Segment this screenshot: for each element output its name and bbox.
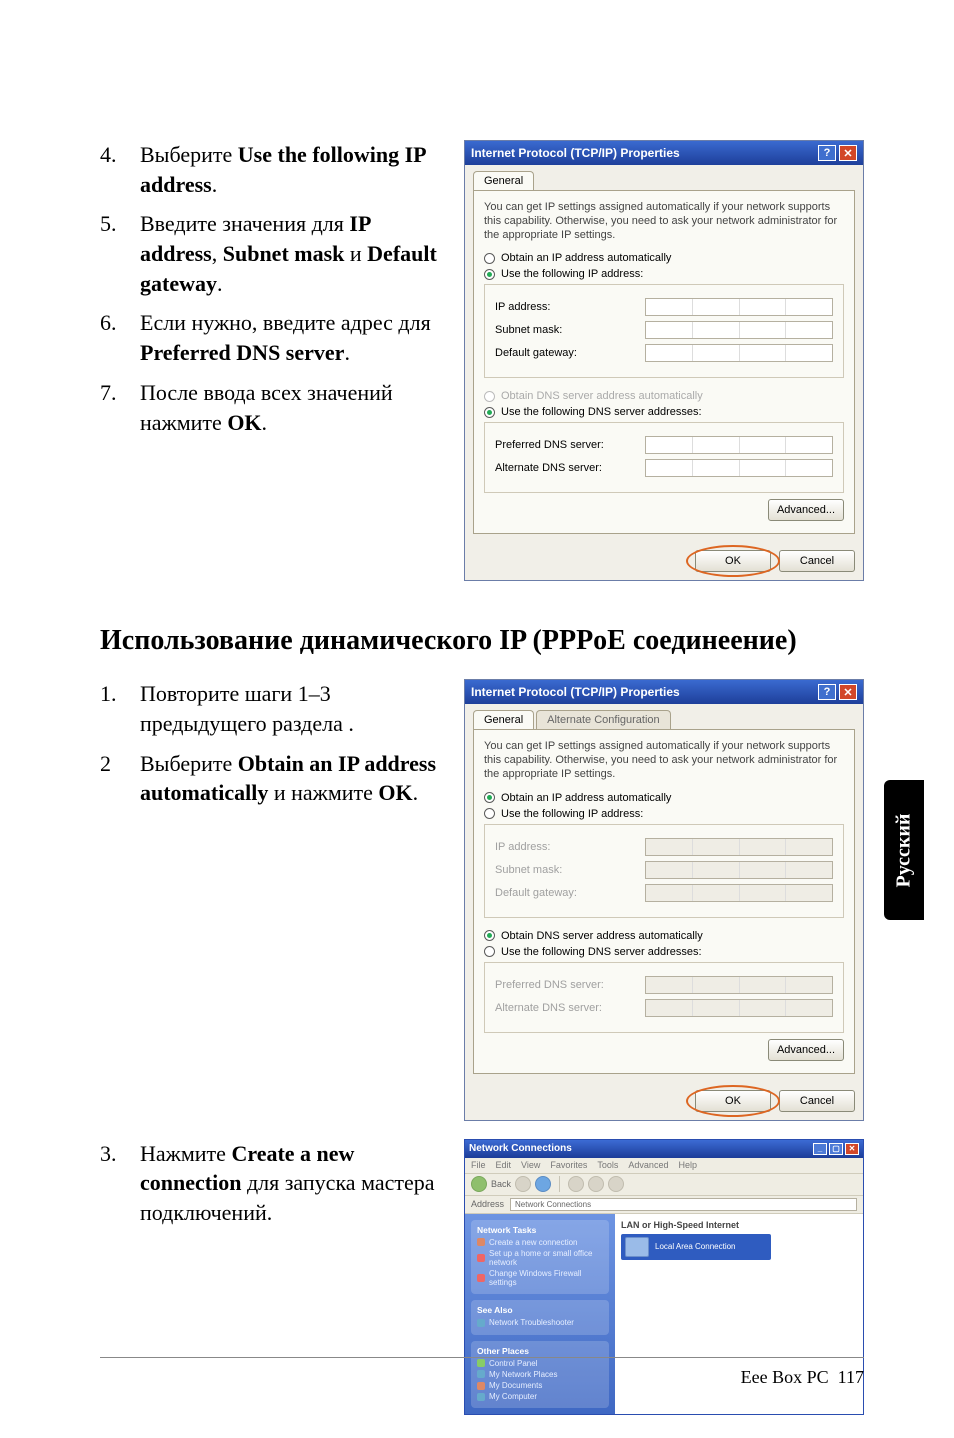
- tcpip-dialog-static: Internet Protocol (TCP/IP) Properties ? …: [464, 140, 864, 581]
- steps-c: 3.Нажмите Create a new connection для за…: [100, 1139, 446, 1415]
- ip-address-input: [645, 838, 833, 856]
- up-icon[interactable]: [535, 1176, 551, 1192]
- radio-use-following-ip[interactable]: [484, 269, 495, 280]
- steps-b: 1.Повторите шаги 1–3 предыдущего раздела…: [100, 679, 446, 1120]
- radio-use-following-ip[interactable]: [484, 808, 495, 819]
- back-icon[interactable]: [471, 1176, 487, 1192]
- alternate-dns-input[interactable]: [645, 459, 833, 477]
- ip-address-input[interactable]: [645, 298, 833, 316]
- task-create-new-connection[interactable]: Create a new connection: [477, 1238, 603, 1247]
- task-setup-home-network[interactable]: Set up a home or small office network: [477, 1249, 603, 1267]
- ok-button[interactable]: OK: [695, 550, 771, 572]
- subnet-mask-input[interactable]: [645, 321, 833, 339]
- dialog-description: You can get IP settings assigned automat…: [484, 201, 844, 242]
- tab-general[interactable]: General: [473, 171, 534, 190]
- tcpip-dialog-dynamic: Internet Protocol (TCP/IP) Properties ? …: [464, 679, 864, 1120]
- local-area-connection[interactable]: Local Area Connection: [621, 1234, 771, 1260]
- radio-obtain-dns-auto[interactable]: [484, 930, 495, 941]
- help-icon[interactable]: ?: [818, 145, 836, 161]
- steps-a: 4.Выберите Use the following IP address.…: [100, 140, 446, 581]
- dialog-title: Internet Protocol (TCP/IP) Properties: [471, 685, 680, 699]
- language-tab: Русский: [884, 780, 924, 920]
- close-icon[interactable]: ✕: [839, 684, 857, 700]
- alternate-dns-input: [645, 999, 833, 1017]
- radio-use-following-dns[interactable]: [484, 946, 495, 957]
- place-documents[interactable]: My Documents: [477, 1381, 603, 1390]
- radio-obtain-ip-auto[interactable]: [484, 253, 495, 264]
- radio-obtain-dns-auto: [484, 391, 495, 402]
- cancel-button[interactable]: Cancel: [779, 550, 855, 572]
- dialog-title: Internet Protocol (TCP/IP) Properties: [471, 146, 680, 160]
- nic-icon: [625, 1237, 649, 1257]
- maximize-icon[interactable]: ▢: [829, 1143, 843, 1155]
- section-heading: Использование динамического IP (PPPoE со…: [100, 625, 864, 657]
- radio-use-following-dns[interactable]: [484, 407, 495, 418]
- menubar[interactable]: FileEditViewFavoritesToolsAdvancedHelp: [465, 1158, 863, 1174]
- radio-obtain-ip-auto[interactable]: [484, 792, 495, 803]
- preferred-dns-input: [645, 976, 833, 994]
- help-icon[interactable]: ?: [818, 684, 836, 700]
- ok-button[interactable]: OK: [695, 1090, 771, 1112]
- default-gateway-input: [645, 884, 833, 902]
- dialog-titlebar: Internet Protocol (TCP/IP) Properties ? …: [465, 141, 863, 165]
- window-title: Network Connections: [469, 1143, 572, 1154]
- tab-general[interactable]: General: [473, 710, 534, 729]
- address-bar[interactable]: Network Connections: [510, 1198, 857, 1211]
- views-icon[interactable]: [608, 1176, 624, 1192]
- minimize-icon[interactable]: _: [813, 1143, 827, 1155]
- search-icon[interactable]: [568, 1176, 584, 1192]
- page-footer: Eee Box PC 117: [741, 1367, 864, 1388]
- cancel-button[interactable]: Cancel: [779, 1090, 855, 1112]
- place-control-panel[interactable]: Control Panel: [477, 1359, 603, 1368]
- link-troubleshooter[interactable]: Network Troubleshooter: [477, 1318, 603, 1327]
- category-label: LAN or High-Speed Internet: [621, 1220, 857, 1230]
- tab-alternate[interactable]: Alternate Configuration: [536, 710, 671, 729]
- close-icon[interactable]: ✕: [845, 1143, 859, 1155]
- close-icon[interactable]: ✕: [839, 145, 857, 161]
- place-network[interactable]: My Network Places: [477, 1370, 603, 1379]
- task-firewall[interactable]: Change Windows Firewall settings: [477, 1269, 603, 1287]
- side-panels: Network Tasks Create a new connection Se…: [465, 1214, 615, 1414]
- dialog-description: You can get IP settings assigned automat…: [484, 740, 844, 781]
- subnet-mask-input: [645, 861, 833, 879]
- advanced-button[interactable]: Advanced...: [768, 1039, 844, 1061]
- toolbar[interactable]: Back: [465, 1174, 863, 1196]
- forward-icon: [515, 1176, 531, 1192]
- place-computer[interactable]: My Computer: [477, 1392, 603, 1401]
- advanced-button[interactable]: Advanced...: [768, 499, 844, 521]
- default-gateway-input[interactable]: [645, 344, 833, 362]
- preferred-dns-input[interactable]: [645, 436, 833, 454]
- folders-icon[interactable]: [588, 1176, 604, 1192]
